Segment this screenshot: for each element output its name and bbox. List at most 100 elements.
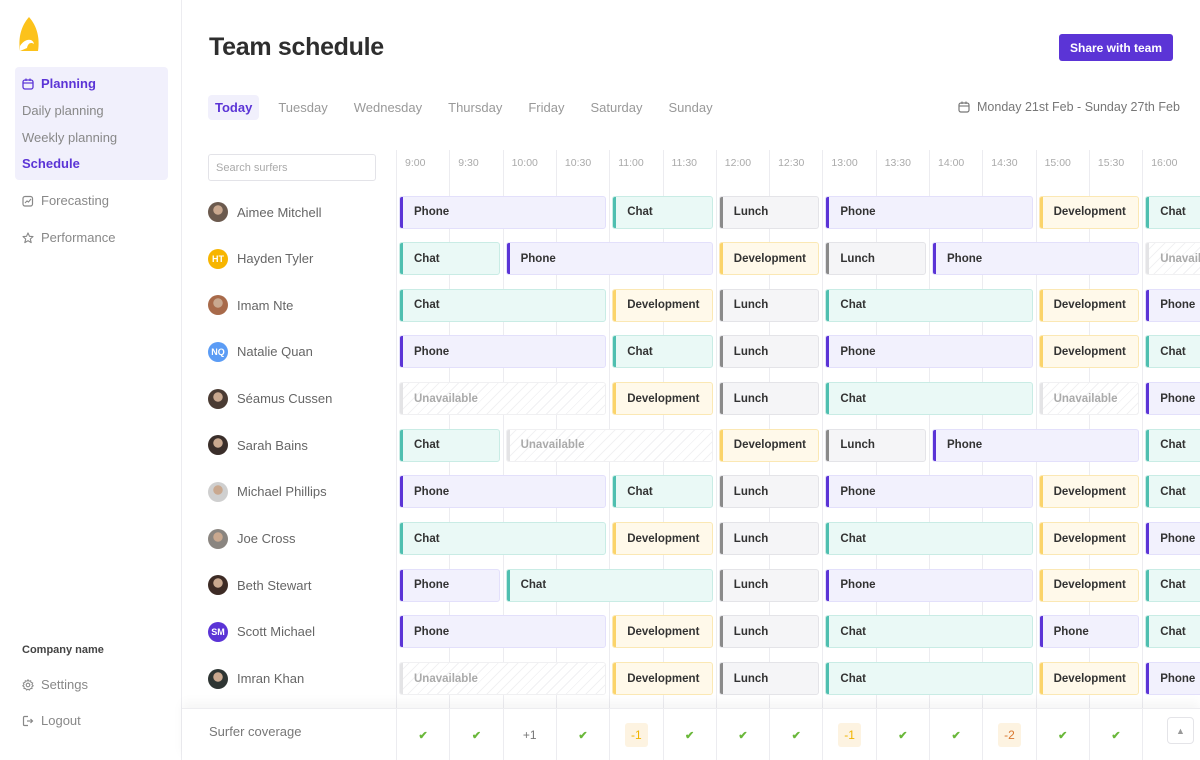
search-surfers-input[interactable] [208, 154, 376, 181]
person-row[interactable]: Sarah Bains [208, 435, 308, 456]
person-row[interactable]: SM Scott Michael [208, 621, 315, 642]
shift-block-development[interactable]: Development [1038, 522, 1140, 556]
shift-block-lunch[interactable]: Lunch [718, 335, 820, 369]
shift-block-unavailable[interactable]: Unavailable [1038, 382, 1140, 416]
shift-block-chat[interactable]: Chat [1145, 568, 1200, 602]
shift-block-unavailable[interactable]: Unavailable [505, 428, 713, 462]
shift-block-chat[interactable]: Chat [612, 475, 713, 509]
shift-block-lunch[interactable]: Lunch [718, 522, 820, 556]
shift-block-unavailable[interactable]: Unavailable [399, 382, 607, 416]
shift-block-lunch[interactable]: Lunch [718, 615, 820, 649]
shift-block-phone[interactable]: Phone [399, 335, 607, 369]
shift-block-lunch[interactable]: Lunch [718, 288, 820, 322]
date-range-picker[interactable]: Monday 21st Feb - Sunday 27th Feb [958, 100, 1180, 114]
shift-block-development[interactable]: Development [612, 382, 713, 416]
tab-wednesday[interactable]: Wednesday [347, 95, 429, 120]
shift-block-phone[interactable]: Phone [399, 195, 607, 229]
shift-block-phone[interactable]: Phone [825, 475, 1033, 509]
shift-block-chat[interactable]: Chat [1145, 195, 1200, 229]
shift-block-development[interactable]: Development [718, 242, 820, 276]
person-row[interactable]: Beth Stewart [208, 575, 311, 596]
shift-block-chat[interactable]: Chat [399, 428, 500, 462]
time-label: 11:30 [671, 157, 698, 169]
shift-block-lunch[interactable]: Lunch [718, 475, 820, 509]
person-row[interactable]: Joe Cross [208, 528, 296, 549]
sidebar-item-weekly-planning[interactable]: Weekly planning [22, 130, 117, 145]
person-row[interactable]: Imam Nte [208, 295, 293, 316]
shift-block-development[interactable]: Development [1038, 568, 1140, 602]
shift-block-chat[interactable]: Chat [825, 662, 1033, 695]
shift-block-phone[interactable]: Phone [399, 475, 607, 509]
shift-block-chat[interactable]: Chat [399, 242, 500, 276]
shift-block-chat[interactable]: Chat [1145, 475, 1200, 509]
sidebar-item-schedule[interactable]: Schedule [22, 156, 80, 171]
shift-block-chat[interactable]: Chat [612, 335, 713, 369]
shift-block-phone[interactable]: Phone [399, 568, 500, 602]
tab-thursday[interactable]: Thursday [441, 95, 509, 120]
shift-block-chat[interactable]: Chat [399, 288, 607, 322]
shift-block-chat[interactable]: Chat [1145, 428, 1200, 462]
shift-block-chat[interactable]: Chat [825, 615, 1033, 649]
shift-block-development[interactable]: Development [612, 522, 713, 556]
person-row[interactable]: Imran Khan [208, 668, 304, 689]
shift-block-lunch[interactable]: Lunch [825, 428, 926, 462]
shift-block-development[interactable]: Development [612, 615, 713, 649]
sidebar-item-forecasting[interactable]: Forecasting [22, 193, 109, 208]
sidebar-item-planning[interactable]: Planning [22, 76, 96, 91]
shift-block-development[interactable]: Development [612, 288, 713, 322]
scroll-top-button[interactable]: ▲ [1167, 717, 1194, 744]
person-row[interactable]: Michael Phillips [208, 481, 327, 502]
sidebar-item-label: Logout [41, 713, 81, 728]
sidebar-item-performance[interactable]: Performance [22, 230, 115, 245]
person-row[interactable]: Séamus Cussen [208, 388, 332, 409]
shift-block-chat[interactable]: Chat [825, 288, 1033, 322]
tab-saturday[interactable]: Saturday [583, 95, 649, 120]
sidebar-item-logout[interactable]: Logout [22, 713, 81, 728]
tab-today[interactable]: Today [208, 95, 260, 120]
shift-block-phone[interactable]: Phone [505, 242, 713, 276]
shift-block-unavailable[interactable]: Unavailable [399, 662, 607, 695]
sidebar-item-settings[interactable]: Settings [22, 677, 88, 692]
shift-block-chat[interactable]: Chat [505, 568, 713, 602]
shift-block-lunch[interactable]: Lunch [825, 242, 926, 276]
shift-block-phone[interactable]: Phone [825, 335, 1033, 369]
shift-block-unavailable[interactable]: Unavailable [1145, 242, 1200, 276]
shift-block-development[interactable]: Development [1038, 288, 1140, 322]
surfboard-logo-icon[interactable] [17, 16, 41, 52]
shift-block-chat[interactable]: Chat [1145, 615, 1200, 649]
shift-block-lunch[interactable]: Lunch [718, 195, 820, 229]
grid-line [822, 150, 824, 760]
shift-block-lunch[interactable]: Lunch [718, 382, 820, 416]
person-row[interactable]: Aimee Mitchell [208, 202, 322, 222]
shift-block-development[interactable]: Development [612, 662, 713, 695]
shift-block-phone[interactable]: Phone [932, 242, 1140, 276]
shift-block-phone[interactable]: Phone [1038, 615, 1140, 649]
shift-block-development[interactable]: Development [718, 428, 820, 462]
shift-block-chat[interactable]: Chat [825, 522, 1033, 556]
shift-block-phone[interactable]: Phone [399, 615, 607, 649]
shift-block-lunch[interactable]: Lunch [718, 568, 820, 602]
person-row[interactable]: NQ Natalie Quan [208, 341, 313, 362]
shift-block-phone[interactable]: Phone [1145, 288, 1200, 322]
shift-block-development[interactable]: Development [1038, 335, 1140, 369]
shift-block-phone[interactable]: Phone [1145, 522, 1200, 556]
tab-tuesday[interactable]: Tuesday [271, 95, 334, 120]
share-with-team-button[interactable]: Share with team [1059, 34, 1173, 61]
tab-sunday[interactable]: Sunday [662, 95, 720, 120]
shift-block-chat[interactable]: Chat [612, 195, 713, 229]
shift-block-development[interactable]: Development [1038, 195, 1140, 229]
shift-block-development[interactable]: Development [1038, 662, 1140, 695]
shift-block-chat[interactable]: Chat [1145, 335, 1200, 369]
shift-block-development[interactable]: Development [1038, 475, 1140, 509]
shift-block-phone[interactable]: Phone [1145, 662, 1200, 695]
shift-block-phone[interactable]: Phone [825, 568, 1033, 602]
shift-block-chat[interactable]: Chat [399, 522, 607, 556]
shift-block-lunch[interactable]: Lunch [718, 662, 820, 695]
shift-block-phone[interactable]: Phone [825, 195, 1033, 229]
person-row[interactable]: HT Hayden Tyler [208, 248, 313, 269]
shift-block-chat[interactable]: Chat [825, 382, 1033, 416]
tab-friday[interactable]: Friday [521, 95, 571, 120]
sidebar-item-daily-planning[interactable]: Daily planning [22, 103, 104, 118]
shift-block-phone[interactable]: Phone [932, 428, 1140, 462]
shift-block-phone[interactable]: Phone [1145, 382, 1200, 416]
